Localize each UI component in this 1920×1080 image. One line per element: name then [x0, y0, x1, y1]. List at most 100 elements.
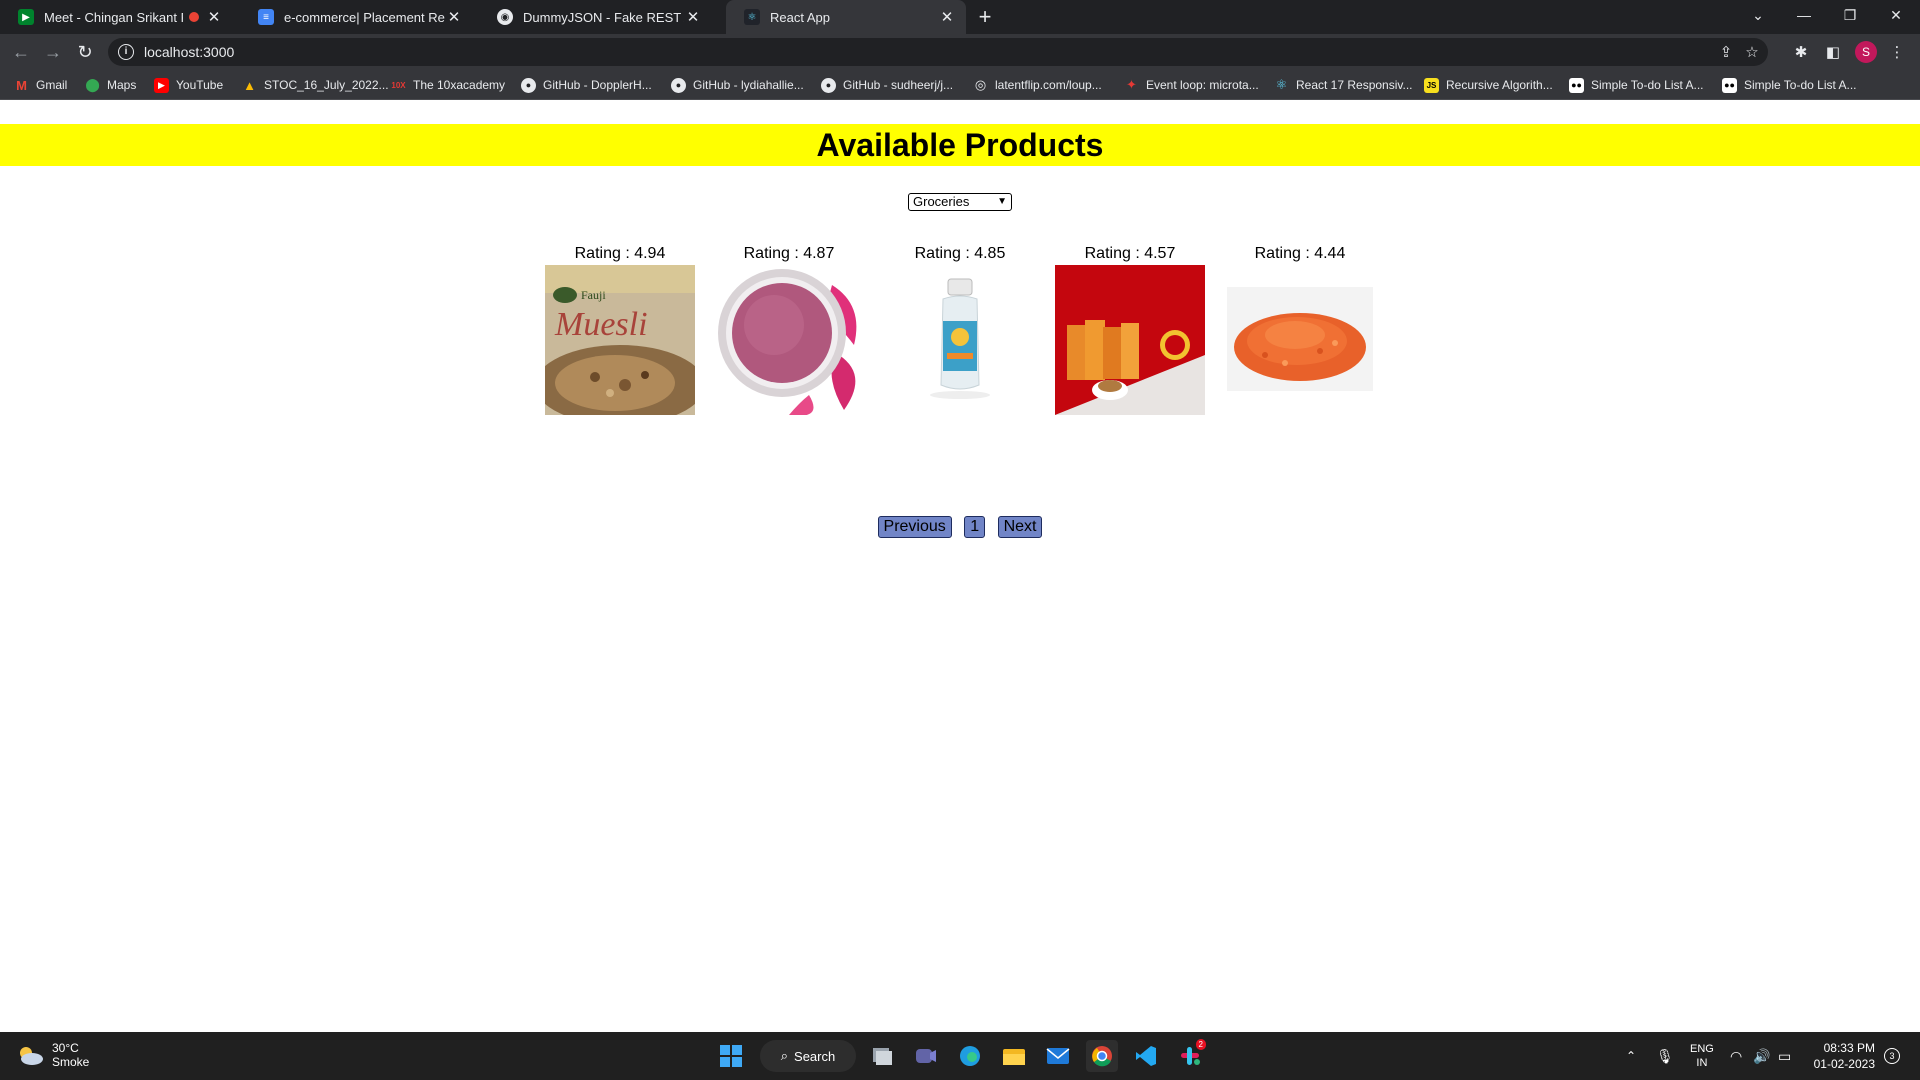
- extensions-icon[interactable]: ✱: [1790, 41, 1812, 63]
- back-icon[interactable]: ←: [8, 39, 34, 65]
- bookmark-item[interactable]: ● GitHub - lydiahallie...: [671, 76, 804, 94]
- medium-icon: ●●: [1569, 77, 1584, 93]
- tenx-icon: 10X: [391, 80, 406, 90]
- bookmark-item[interactable]: 10X The 10xacademy: [391, 76, 505, 94]
- tab-title: React App: [770, 9, 830, 25]
- bookmark-item[interactable]: ⬤ Maps: [85, 76, 136, 94]
- product-card[interactable]: Rating : 4.85: [885, 243, 1035, 415]
- category-select[interactable]: Groceries ▼: [908, 193, 1012, 211]
- minimize-icon[interactable]: —: [1781, 0, 1827, 30]
- bookmark-label: Simple To-do List A...: [1591, 78, 1704, 92]
- search-icon: ⌕: [780, 1048, 789, 1063]
- battery-icon[interactable]: ▭: [1778, 1032, 1791, 1080]
- chevron-down-icon: ▼: [997, 196, 1007, 207]
- windows-taskbar: 30°C Smoke ⌕ Search 2 ⌃ 🎙 ENG IN ◠ 🔊 ▭ 0…: [0, 1032, 1920, 1080]
- vscode-icon[interactable]: [1130, 1040, 1162, 1072]
- medium-icon: ●●: [1722, 77, 1737, 93]
- notification-count-badge: 3: [1884, 1048, 1900, 1064]
- bookmark-item[interactable]: M Gmail: [14, 76, 67, 94]
- reload-icon[interactable]: ↻: [72, 39, 98, 65]
- volume-icon[interactable]: 🔊: [1753, 1032, 1770, 1080]
- microphone-icon[interactable]: 🎙: [1656, 1032, 1674, 1080]
- teams-chat-icon[interactable]: [910, 1040, 942, 1072]
- bookmark-item[interactable]: ● GitHub - DopplerH...: [521, 76, 652, 94]
- language-code: ENG: [1690, 1043, 1714, 1055]
- tab-title: e-commerce| Placement Readine: [284, 9, 445, 25]
- language-indicator[interactable]: ENG IN: [1690, 1032, 1714, 1080]
- system-clock[interactable]: 08:33 PM 01-02-2023: [1810, 1040, 1875, 1072]
- restore-icon[interactable]: ❐: [1827, 0, 1873, 30]
- weather-condition: Smoke: [52, 1055, 90, 1069]
- bookmark-item[interactable]: ▲ STOC_16_July_2022...: [242, 76, 388, 94]
- product-image-rose-powder[interactable]: [714, 265, 864, 415]
- product-card[interactable]: Rating : 4.44: [1225, 243, 1375, 415]
- close-tab-icon[interactable]: ✕: [445, 8, 463, 26]
- product-image-red-lentils[interactable]: [1225, 265, 1375, 415]
- product-rating: Rating : 4.85: [914, 245, 1006, 262]
- avatar[interactable]: S: [1855, 41, 1877, 63]
- bookmark-label: GitHub - lydiahallie...: [693, 78, 804, 92]
- site-info-icon[interactable]: i: [118, 44, 134, 60]
- bookmark-item[interactable]: ●● Simple To-do List A...: [1722, 76, 1857, 94]
- tab-meet[interactable]: ▶ Meet - Chingan Srikant Prak ✕: [0, 0, 233, 34]
- windows-start-icon[interactable]: [715, 1040, 747, 1072]
- bookmark-label: YouTube: [176, 78, 224, 92]
- file-explorer-icon[interactable]: [998, 1040, 1030, 1072]
- bookmark-item[interactable]: ◎ latentflip.com/loup...: [973, 76, 1102, 94]
- task-view-icon[interactable]: [866, 1040, 898, 1072]
- clock-time: 08:33 PM: [1823, 1041, 1875, 1055]
- taskbar-search-button[interactable]: ⌕ Search: [760, 1040, 856, 1072]
- close-window-icon[interactable]: ✕: [1873, 0, 1919, 30]
- bookmark-item[interactable]: ✦ Event loop: microta...: [1124, 76, 1259, 94]
- menu-icon[interactable]: ⋮: [1886, 41, 1908, 63]
- wifi-icon[interactable]: ◠: [1730, 1032, 1742, 1080]
- close-tab-icon[interactable]: ✕: [684, 8, 702, 26]
- bookmark-item[interactable]: JS Recursive Algorith...: [1424, 76, 1553, 94]
- weather-widget[interactable]: 30°C Smoke: [16, 1041, 89, 1069]
- cloud-icon: [16, 1044, 44, 1066]
- product-image-muesli[interactable]: Fauji Muesli: [545, 265, 695, 415]
- product-image-orange-essence[interactable]: [885, 265, 1035, 415]
- tab-react-app[interactable]: ⚛ React App ✕: [726, 0, 966, 34]
- next-button[interactable]: Next: [997, 516, 1043, 538]
- bookmark-item[interactable]: ▶ YouTube: [154, 76, 223, 94]
- weather-temp: 30°C: [52, 1041, 79, 1055]
- chevron-up-icon[interactable]: ⌃: [1626, 1032, 1636, 1080]
- github-icon: ●: [671, 77, 686, 93]
- region-code: IN: [1696, 1057, 1708, 1069]
- notification-center[interactable]: 3: [1884, 1032, 1900, 1080]
- product-image-dry-fruits[interactable]: [1055, 265, 1205, 415]
- product-card[interactable]: Rating : 4.57: [1055, 243, 1205, 415]
- side-panel-icon[interactable]: ◧: [1822, 41, 1844, 63]
- close-tab-icon[interactable]: ✕: [205, 8, 223, 26]
- bookmark-item[interactable]: ● GitHub - sudheerj/j...: [821, 76, 953, 94]
- tab-search-icon[interactable]: ⌄: [1735, 0, 1781, 30]
- bookmark-star-icon[interactable]: ☆: [1742, 42, 1762, 62]
- js-icon: JS: [1424, 77, 1439, 93]
- new-tab-button[interactable]: +: [972, 4, 998, 30]
- address-bar[interactable]: i localhost:3000 ⇪ ☆: [108, 38, 1768, 66]
- forward-icon[interactable]: →: [40, 39, 66, 65]
- google-meet-icon: ▶: [18, 9, 34, 25]
- bookmark-label: React 17 Responsiv...: [1296, 78, 1413, 92]
- globe-icon: ◎: [974, 77, 987, 92]
- bookmark-item[interactable]: ●● Simple To-do List A...: [1569, 76, 1704, 94]
- bookmark-item[interactable]: ⚛ React 17 Responsiv...: [1274, 76, 1413, 94]
- bookmark-label: Gmail: [36, 78, 68, 92]
- event-loop-icon: ✦: [1126, 77, 1137, 92]
- share-icon[interactable]: ⇪: [1716, 42, 1736, 62]
- tab-dummyjson[interactable]: ◉ DummyJSON - Fake REST API of ✕: [479, 0, 712, 34]
- close-tab-icon[interactable]: ✕: [938, 8, 956, 26]
- category-select-value: Groceries: [913, 194, 970, 209]
- mail-icon[interactable]: [1042, 1040, 1074, 1072]
- slack-icon[interactable]: 2: [1174, 1039, 1206, 1072]
- tab-docs[interactable]: ≡ e-commerce| Placement Readine ✕: [240, 0, 473, 34]
- chrome-icon[interactable]: [1086, 1040, 1118, 1072]
- product-rating: Rating : 4.87: [743, 245, 835, 262]
- product-rating: Rating : 4.57: [1084, 245, 1176, 262]
- previous-button[interactable]: Previous: [877, 516, 952, 538]
- product-card[interactable]: Rating : 4.94 Fauji Muesli: [545, 243, 695, 415]
- page-1-button[interactable]: 1: [964, 516, 986, 538]
- product-card[interactable]: Rating : 4.87: [714, 243, 864, 415]
- edge-icon[interactable]: [954, 1040, 986, 1072]
